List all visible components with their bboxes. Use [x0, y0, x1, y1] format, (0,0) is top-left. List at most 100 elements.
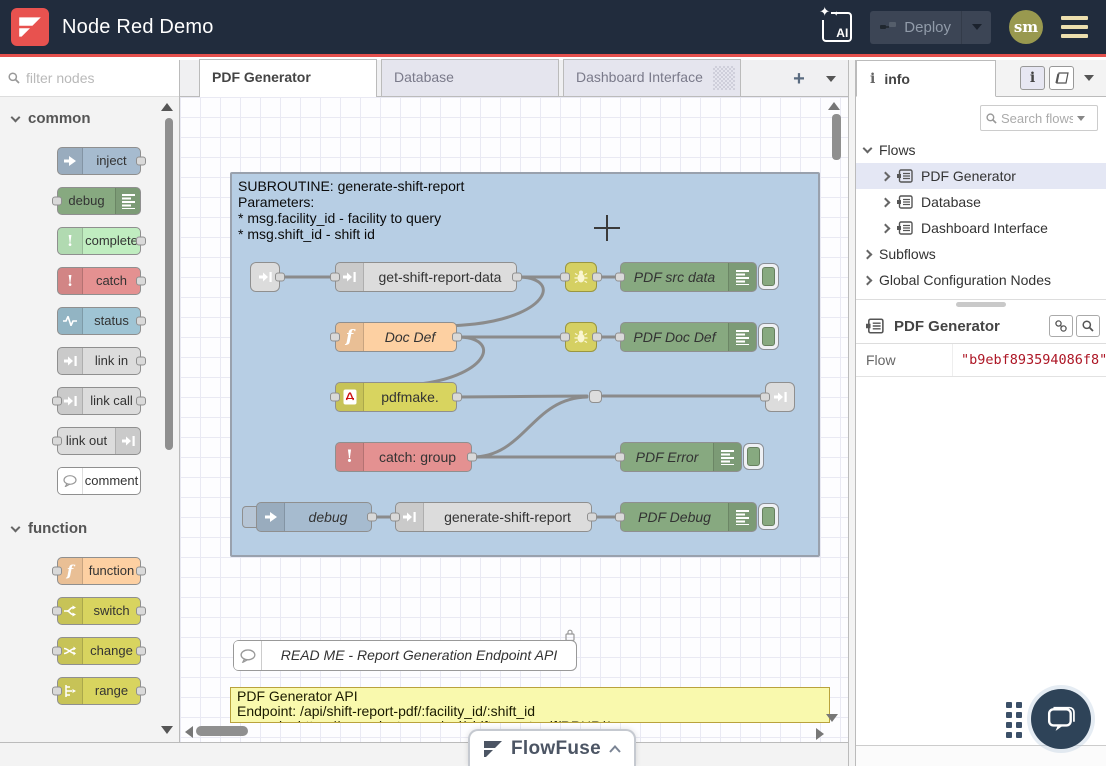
flowfuse-panel-button[interactable]: FlowFuse — [468, 729, 636, 766]
add-flow-button[interactable]: + — [784, 62, 814, 96]
link-out-icon — [115, 428, 140, 454]
node-pdfmake[interactable]: pdfmake. — [335, 382, 457, 412]
inject-icon — [257, 503, 285, 531]
canvas-scroll-left[interactable] — [185, 726, 193, 738]
tab-pdf-generator[interactable]: PDF Generator — [199, 59, 377, 97]
search-icon — [1082, 320, 1094, 332]
node-palette: common inject debug ! complete ! catch s… — [0, 60, 180, 742]
deploy-options-caret[interactable] — [961, 11, 991, 44]
catch-icon: ! — [336, 443, 364, 471]
node-link-in[interactable] — [250, 262, 280, 292]
flow-canvas[interactable]: SUBROUTINE: generate-shift-report Parame… — [180, 97, 848, 742]
link-icon — [1055, 320, 1067, 332]
tree-flow-pdf-generator[interactable]: PDF Generator — [856, 163, 1106, 189]
palette-node-link-out[interactable]: link out — [57, 427, 141, 455]
debug-enable-toggle[interactable] — [758, 323, 779, 350]
palette-scroll-up[interactable] — [161, 103, 173, 111]
debug-enable-toggle[interactable] — [758, 263, 779, 290]
canvas-scroll-down[interactable] — [826, 714, 838, 722]
canvas-scroll-right[interactable] — [816, 728, 824, 740]
palette-node-function[interactable]: f function — [57, 557, 141, 585]
widget-drag-handle[interactable] — [1006, 702, 1022, 738]
info-tab-button[interactable]: i — [1020, 66, 1045, 90]
node-inject-debug[interactable]: debug — [256, 502, 372, 532]
copy-link-button[interactable] — [1049, 315, 1073, 337]
help-book-button[interactable] — [1049, 66, 1074, 90]
palette-node-change[interactable]: change — [57, 637, 141, 665]
flow-icon — [897, 221, 913, 235]
node-debugger-breakpoint-2[interactable] — [565, 322, 597, 352]
link-call-icon — [396, 503, 424, 531]
palette-scroll-down[interactable] — [161, 726, 173, 734]
palette-node-status[interactable]: status — [57, 307, 141, 335]
node-debug-pdf-error[interactable]: PDF Error — [620, 442, 742, 472]
tree-flows[interactable]: Flows — [856, 137, 1106, 163]
debug-enable-toggle[interactable] — [758, 503, 779, 530]
palette-node-comment[interactable]: comment — [57, 467, 141, 495]
flow-group-api-note[interactable]: PDF Generator API Endpoint: /api/shift-r… — [230, 687, 830, 723]
node-function-doc-def[interactable]: f Doc Def — [335, 322, 457, 352]
node-debug-pdf-src-data[interactable]: PDF src data — [620, 262, 757, 292]
canvas-scroll-up[interactable] — [828, 102, 840, 110]
filter-nodes-input[interactable] — [26, 70, 156, 86]
ai-assistant-button[interactable]: ✦ ✦ AI — [822, 12, 852, 42]
node-catch-group[interactable]: ! catch: group — [335, 442, 472, 472]
tab-database[interactable]: Database — [381, 59, 559, 96]
pdf-icon — [336, 383, 364, 411]
chat-widget-button[interactable] — [1031, 689, 1091, 749]
canvas-vscrollbar[interactable] — [832, 114, 841, 160]
tree-global-config[interactable]: Global Configuration Nodes — [856, 267, 1106, 293]
palette-node-link-call[interactable]: link call — [57, 387, 141, 415]
flow-icon — [897, 195, 913, 209]
user-avatar[interactable]: sm — [1009, 10, 1043, 44]
sidebar-tab-info[interactable]: i info — [856, 60, 996, 97]
search-node-button[interactable] — [1076, 315, 1100, 337]
flow-list-caret[interactable] — [814, 62, 848, 96]
flows-tree: Flows PDF Generator Database Dashboard I… — [856, 137, 1106, 293]
debug-icon — [728, 503, 756, 531]
palette-filter[interactable] — [0, 60, 179, 97]
link-call-icon — [336, 263, 364, 291]
palette-category-function[interactable]: function — [0, 507, 179, 545]
palette-node-catch[interactable]: ! catch — [57, 267, 141, 295]
node-debug-pdf-debug[interactable]: PDF Debug — [620, 502, 757, 532]
info-sidebar: i info i Flows PDF Generator Databas — [856, 60, 1106, 766]
chevron-right-icon — [881, 171, 891, 181]
tree-subflows[interactable]: Subflows — [856, 241, 1106, 267]
main-menu-button[interactable] — [1061, 16, 1088, 38]
palette-node-inject[interactable]: inject — [57, 147, 141, 175]
node-link-out[interactable] — [765, 382, 795, 412]
canvas-hscrollbar[interactable] — [196, 726, 248, 736]
palette-category-common[interactable]: common — [0, 97, 179, 135]
flow-tab-bar: PDF Generator Database Dashboard Interfa… — [180, 60, 848, 97]
palette-node-range[interactable]: range — [57, 677, 141, 705]
flow-icon — [897, 169, 913, 183]
panel-resize-handle[interactable] — [956, 302, 1006, 307]
node-comment-readme[interactable]: READ ME - Report Generation Endpoint API — [233, 640, 577, 671]
tree-flow-database[interactable]: Database — [856, 189, 1106, 215]
sparkle-icon: ✦ — [818, 4, 831, 20]
deploy-button[interactable]: Deploy — [870, 11, 991, 44]
chevron-right-icon — [863, 275, 873, 285]
node-link-call-generate-shift-report[interactable]: generate-shift-report — [395, 502, 592, 532]
palette-node-complete[interactable]: ! complete — [57, 227, 141, 255]
search-flows-input[interactable] — [1001, 111, 1073, 126]
tab-dashboard-interface[interactable]: Dashboard Interface — [563, 59, 741, 96]
palette-node-link-in[interactable]: link in — [57, 347, 141, 375]
debug-icon — [115, 188, 140, 214]
node-link-call-get-shift-report-data[interactable]: get-shift-report-data — [335, 262, 517, 292]
inject-trigger-button[interactable] — [242, 506, 257, 528]
node-debugger-breakpoint-1[interactable] — [565, 262, 597, 292]
search-flows-box[interactable] — [980, 105, 1098, 131]
node-debug-pdf-doc-def[interactable]: PDF Doc Def — [620, 322, 757, 352]
sidebar-options-caret[interactable] — [1078, 75, 1100, 81]
sidebar-resize-divider[interactable] — [848, 60, 856, 766]
palette-scrollbar[interactable] — [165, 118, 173, 450]
tree-flow-dashboard-interface[interactable]: Dashboard Interface — [856, 215, 1106, 241]
status-icon — [58, 308, 83, 334]
debug-enable-toggle[interactable] — [743, 443, 764, 470]
palette-node-switch[interactable]: switch — [57, 597, 141, 625]
bug-icon — [574, 330, 588, 344]
palette-node-debug[interactable]: debug — [57, 187, 141, 215]
wire-junction[interactable] — [589, 390, 602, 403]
